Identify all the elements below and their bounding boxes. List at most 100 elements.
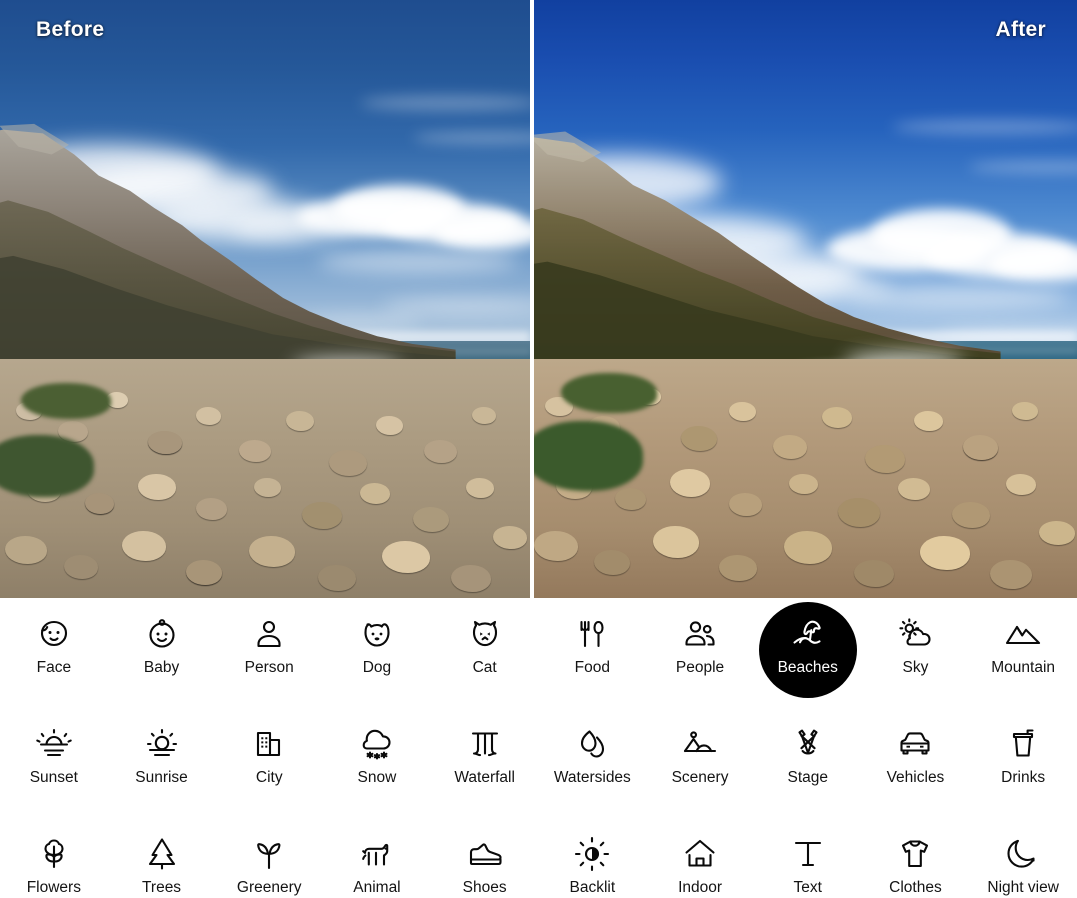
category-item-scenery[interactable]: Scenery	[646, 708, 754, 808]
snow-cloud-icon	[357, 724, 397, 764]
before-photo	[0, 0, 530, 598]
category-label: Beaches	[777, 659, 838, 676]
moon-icon	[1003, 834, 1043, 874]
category-item-greenery[interactable]: Greenery	[215, 818, 323, 898]
category-item-sunset[interactable]: Sunset	[0, 708, 108, 808]
category-item-indoor[interactable]: Indoor	[646, 818, 754, 898]
category-label: Sunrise	[135, 769, 188, 786]
category-item-animal[interactable]: Animal	[323, 818, 431, 898]
category-label: Waterfall	[454, 769, 515, 786]
category-label: Mountain	[991, 659, 1056, 676]
category-label: Sky	[902, 659, 929, 676]
category-label: Watersides	[553, 769, 631, 786]
category-label: Trees	[142, 879, 182, 896]
category-item-night-view[interactable]: Night view	[969, 818, 1077, 898]
category-label: Text	[793, 879, 822, 896]
category-label: People	[675, 659, 725, 676]
drink-cup-icon	[1003, 724, 1043, 764]
tshirt-icon	[895, 834, 935, 874]
category-item-face[interactable]: Face	[0, 598, 108, 698]
category-item-shoes[interactable]: Shoes	[431, 818, 539, 898]
scrub-bush	[561, 373, 658, 414]
beach-foreground	[0, 358, 530, 598]
scrub-bush	[534, 421, 644, 491]
category-label: Vehicles	[886, 769, 945, 786]
category-label: Cat	[472, 659, 497, 676]
category-item-stage[interactable]: Stage	[754, 708, 862, 808]
category-label: City	[255, 769, 283, 786]
before-preview-pane[interactable]: Before	[0, 0, 530, 598]
category-item-city[interactable]: City	[215, 708, 323, 808]
category-label: Face	[36, 659, 72, 676]
baby-icon	[142, 614, 182, 654]
face-icon	[34, 614, 74, 654]
category-label: Snow	[357, 769, 397, 786]
after-label: After	[995, 18, 1046, 41]
after-photo	[534, 0, 1077, 598]
category-item-dog[interactable]: Dog	[323, 598, 431, 698]
category-item-vehicles[interactable]: Vehicles	[862, 708, 970, 808]
category-label: Animal	[353, 879, 401, 896]
shoe-icon	[465, 834, 505, 874]
category-row-3: Flowers Trees Greenery Animal Shoes Backlit In…	[0, 818, 1077, 898]
preview-comparison: Before After	[0, 0, 1077, 598]
text-t-icon	[788, 834, 828, 874]
sun-cloud-icon	[895, 614, 935, 654]
sunrise-icon	[142, 724, 182, 764]
category-item-food[interactable]: Food	[538, 598, 646, 698]
category-item-sunrise[interactable]: Sunrise	[108, 708, 216, 808]
category-item-text[interactable]: Text	[754, 818, 862, 898]
category-item-waterfall[interactable]: Waterfall	[431, 708, 539, 808]
waterfall-icon	[465, 724, 505, 764]
category-item-backlit[interactable]: Backlit	[538, 818, 646, 898]
category-label: Clothes	[889, 879, 942, 896]
people-icon	[680, 614, 720, 654]
category-item-people[interactable]: People	[646, 598, 754, 698]
category-item-snow[interactable]: Snow	[323, 708, 431, 808]
category-label: Flowers	[26, 879, 81, 896]
backlit-sun-icon	[572, 834, 612, 874]
category-label: Drinks	[1001, 769, 1046, 786]
scrub-bush	[21, 382, 112, 419]
category-item-trees[interactable]: Trees	[108, 818, 216, 898]
category-item-cat[interactable]: Cat	[431, 598, 539, 698]
category-item-watersides[interactable]: Watersides	[538, 708, 646, 808]
scenery-icon	[680, 724, 720, 764]
food-icon	[572, 614, 612, 654]
mountain-icon	[1003, 614, 1043, 654]
category-item-flowers[interactable]: Flowers	[0, 818, 108, 898]
dog-icon	[357, 614, 397, 654]
category-item-person[interactable]: Person	[215, 598, 323, 698]
before-label: Before	[36, 18, 105, 41]
category-label: Sunset	[29, 769, 78, 786]
category-label: Night view	[987, 879, 1059, 896]
category-label: Baby	[143, 659, 180, 676]
after-preview-pane[interactable]: After	[534, 0, 1077, 598]
category-label: Backlit	[569, 879, 616, 896]
category-label: Shoes	[462, 879, 507, 896]
cat-icon	[465, 614, 505, 654]
flower-icon	[34, 834, 74, 874]
category-item-beaches[interactable]: Beaches	[754, 598, 862, 698]
category-item-clothes[interactable]: Clothes	[862, 818, 970, 898]
cloud	[360, 95, 530, 110]
sprout-icon	[249, 834, 289, 874]
category-item-mountain[interactable]: Mountain	[969, 598, 1077, 698]
category-label: Scenery	[671, 769, 729, 786]
category-row-1: Face Baby Person Dog Cat Food People Beaches Sky…	[0, 598, 1077, 708]
category-label: Person	[244, 659, 294, 676]
category-item-sky[interactable]: Sky	[862, 598, 970, 698]
scrub-bush	[0, 435, 95, 498]
beach-foreground	[534, 358, 1077, 598]
category-item-baby[interactable]: Baby	[108, 598, 216, 698]
waterdrop-icon	[572, 724, 612, 764]
category-label: Indoor	[678, 879, 723, 896]
buildings-icon	[249, 724, 289, 764]
scene-optimizer-screen: Before After Face Baby Person Dog Cat Fo…	[0, 0, 1077, 898]
category-label: Greenery	[236, 879, 302, 896]
person-icon	[249, 614, 289, 654]
category-label: Dog	[362, 659, 392, 676]
category-label: Stage	[787, 769, 828, 786]
stage-lights-icon	[788, 724, 828, 764]
category-item-drinks[interactable]: Drinks	[969, 708, 1077, 808]
